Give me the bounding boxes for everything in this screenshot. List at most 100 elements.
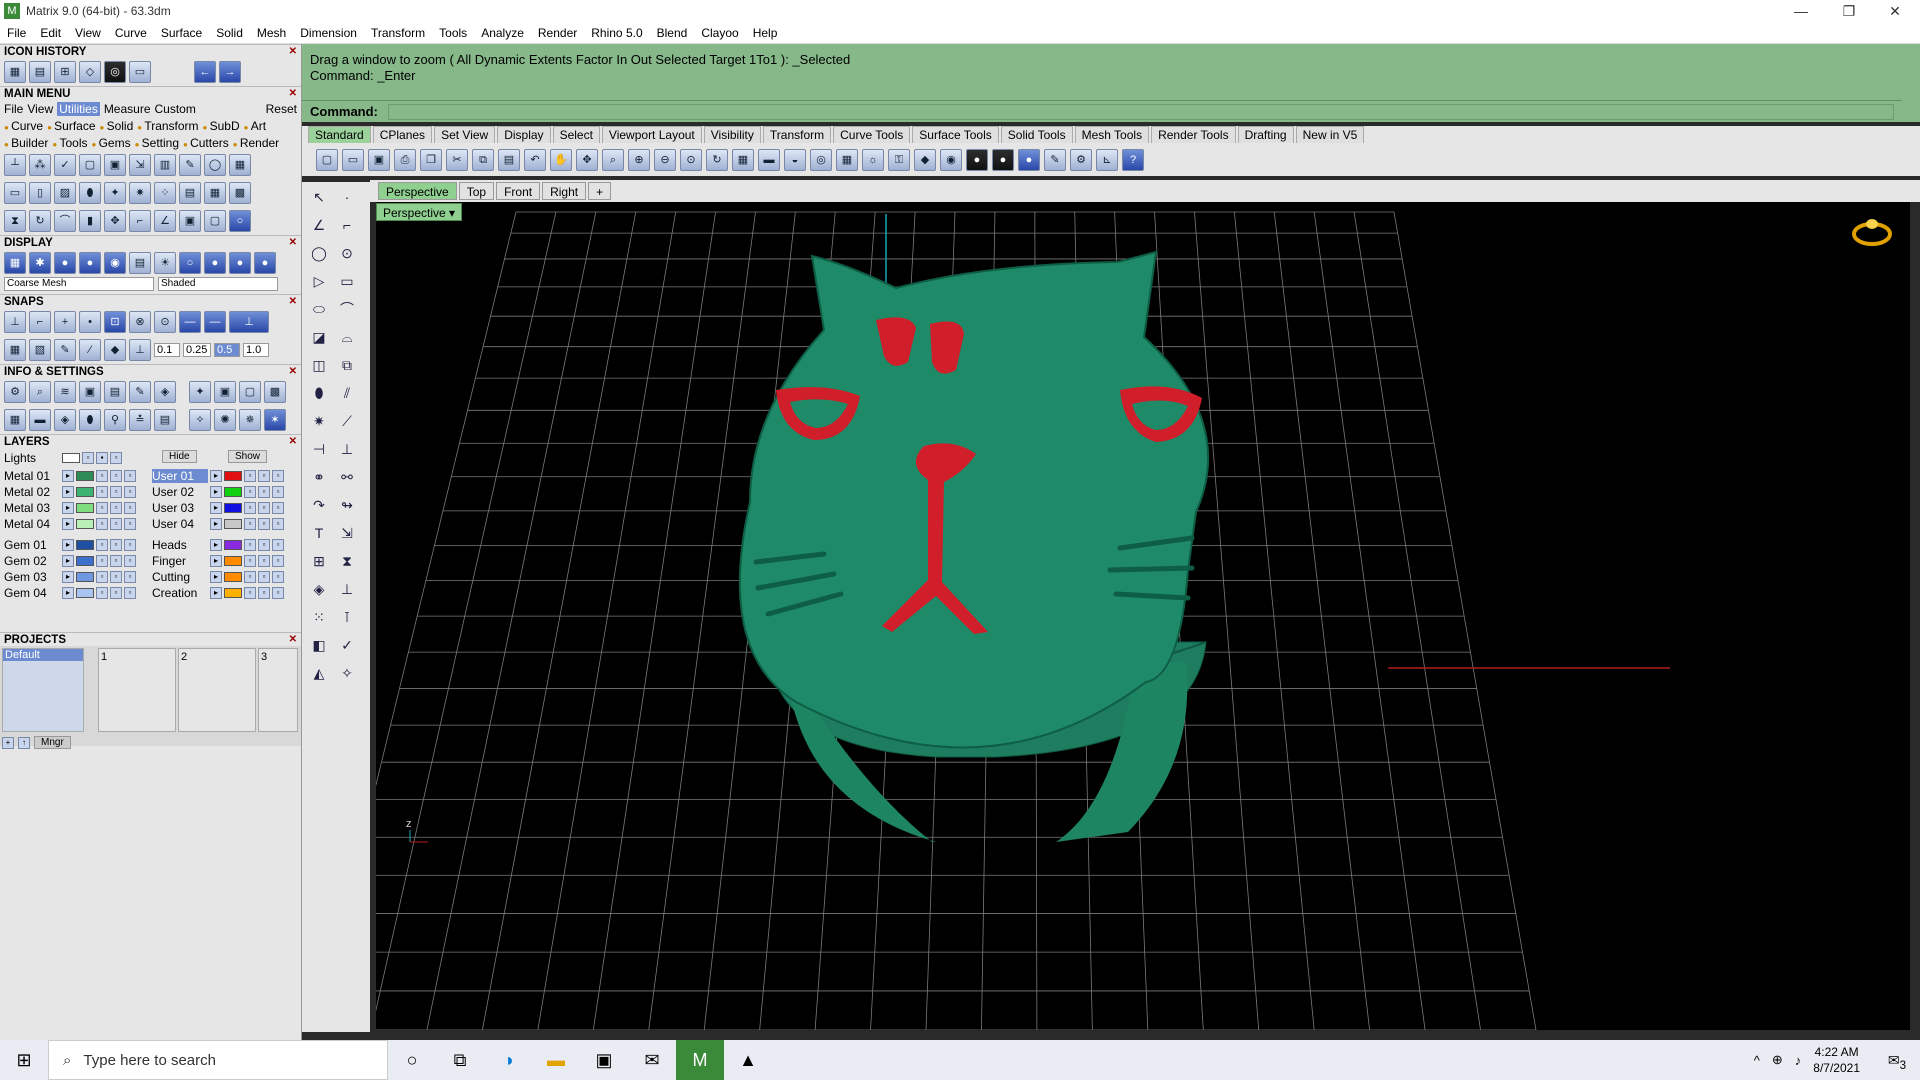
project-slot-3[interactable]: 3 bbox=[258, 648, 298, 732]
extend-icon[interactable]: ⊣ bbox=[308, 438, 330, 460]
print-icon[interactable]: ▫ bbox=[272, 587, 284, 599]
lock-icon[interactable]: ▫ bbox=[244, 571, 256, 583]
toolbar-tab[interactable]: Viewport Layout bbox=[601, 126, 702, 143]
cube-icon[interactable]: ◈ bbox=[308, 578, 330, 600]
lock-icon[interactable]: ▫ bbox=[96, 539, 108, 551]
rotate-icon[interactable]: ↻ bbox=[29, 210, 51, 232]
layout-icon[interactable]: ▦ bbox=[4, 61, 26, 83]
mail-icon[interactable]: ✉ bbox=[628, 1040, 676, 1080]
gem-setting-icon[interactable]: ✦ bbox=[189, 381, 211, 403]
layer-name[interactable]: User 04 bbox=[152, 517, 208, 531]
sphere-icon[interactable]: ● bbox=[229, 252, 251, 274]
lock-icon[interactable]: ▫ bbox=[96, 555, 108, 567]
layers-icon[interactable]: ≋ bbox=[54, 381, 76, 403]
cortana-icon[interactable]: ○ bbox=[388, 1040, 436, 1080]
lock-icon[interactable]: ▫ bbox=[244, 587, 256, 599]
viewport-tab[interactable]: Front bbox=[496, 182, 541, 200]
snap-value-0-1[interactable]: 0.1 bbox=[154, 343, 180, 357]
select-icon[interactable]: ↖ bbox=[308, 186, 330, 208]
ellipse-icon[interactable]: ⊙ bbox=[336, 242, 358, 264]
ring-icon[interactable]: ◎ bbox=[104, 61, 126, 83]
mm-solid[interactable]: Solid bbox=[100, 119, 134, 133]
mm-transform[interactable]: Transform bbox=[137, 119, 198, 133]
surface-icon[interactable]: ◪ bbox=[308, 326, 330, 348]
menu-help[interactable]: Help bbox=[746, 26, 785, 40]
menu-rhino5[interactable]: Rhino 5.0 bbox=[584, 26, 649, 40]
layer-row[interactable]: Finger ▸ ▫ ▫ ▫ bbox=[152, 553, 284, 569]
close-icon[interactable]: ✕ bbox=[289, 435, 297, 449]
layer-name[interactable]: Gem 03 bbox=[4, 570, 60, 584]
layer-name[interactable]: Gem 02 bbox=[4, 554, 60, 568]
menu-view[interactable]: View bbox=[68, 26, 108, 40]
layer-color[interactable] bbox=[224, 556, 242, 566]
minimize-button[interactable]: — bbox=[1778, 0, 1824, 22]
mm-measure[interactable]: Measure bbox=[104, 102, 151, 116]
snap-value-0-25[interactable]: 0.25 bbox=[183, 343, 211, 357]
paste-icon[interactable]: ▤ bbox=[498, 149, 520, 171]
ruler-icon[interactable]: ┴ bbox=[4, 154, 26, 176]
layer-color[interactable] bbox=[224, 572, 242, 582]
layer-name[interactable]: Metal 01 bbox=[4, 469, 60, 483]
close-icon[interactable]: ✕ bbox=[289, 87, 297, 101]
frame-icon[interactable]: ▣ bbox=[179, 210, 201, 232]
close-icon[interactable]: ✕ bbox=[289, 295, 297, 309]
menu-transform[interactable]: Transform bbox=[364, 26, 432, 40]
settings-icon[interactable]: ⚙ bbox=[1070, 149, 1092, 171]
ring-view-icon[interactable] bbox=[1852, 219, 1892, 246]
near-snap-icon[interactable]: ⌐ bbox=[29, 311, 51, 333]
render-icon[interactable]: ▩ bbox=[264, 381, 286, 403]
color-wheel-icon[interactable]: ◉ bbox=[940, 149, 962, 171]
hide-button[interactable]: Hide bbox=[162, 450, 197, 463]
scale-icon[interactable]: ⇲ bbox=[336, 522, 358, 544]
pattern-icon[interactable]: ⁂ bbox=[29, 154, 51, 176]
ring-icon[interactable]: ○ bbox=[229, 210, 251, 232]
visible-icon[interactable]: ▫ bbox=[110, 470, 122, 482]
print-icon[interactable]: ▫ bbox=[110, 452, 122, 464]
tan-snap-icon[interactable]: — bbox=[179, 311, 201, 333]
print-icon[interactable]: ▫ bbox=[124, 539, 136, 551]
lock-icon[interactable]: ⚿ bbox=[888, 149, 910, 171]
circle-icon[interactable]: ◯ bbox=[308, 242, 330, 264]
layer-name[interactable]: Creation bbox=[152, 586, 208, 600]
viewport-tab[interactable]: Right bbox=[542, 182, 587, 200]
layout-icon[interactable]: ▤ bbox=[129, 252, 151, 274]
layer-row[interactable]: Gem 01 ▸ ▫ ▫ ▫ bbox=[4, 537, 136, 553]
mm-gems[interactable]: Gems bbox=[92, 136, 131, 150]
menu-dimension[interactable]: Dimension bbox=[293, 26, 364, 40]
lock-icon[interactable]: ▫ bbox=[244, 470, 256, 482]
sphere-icon[interactable]: ● bbox=[79, 252, 101, 274]
menu-surface[interactable]: Surface bbox=[154, 26, 209, 40]
sphere-icon[interactable]: ● bbox=[54, 252, 76, 274]
mm-surface[interactable]: Surface bbox=[47, 119, 95, 133]
visible-icon[interactable]: ▪ bbox=[96, 452, 108, 464]
visible-icon[interactable]: ▫ bbox=[258, 486, 270, 498]
grid-snap-icon[interactable]: ▦ bbox=[4, 339, 26, 361]
toolbar-tab[interactable]: Mesh Tools bbox=[1074, 126, 1150, 143]
offset-icon[interactable]: ↬ bbox=[336, 494, 358, 516]
visible-icon[interactable]: ▫ bbox=[110, 486, 122, 498]
print-icon[interactable]: ▫ bbox=[272, 502, 284, 514]
quad-snap-icon[interactable]: — bbox=[204, 311, 226, 333]
layer-name[interactable]: User 02 bbox=[152, 485, 208, 499]
book-icon[interactable]: ▤ bbox=[179, 182, 201, 204]
visible-icon[interactable]: ▫ bbox=[258, 555, 270, 567]
end-snap-icon[interactable]: ⊥ bbox=[4, 311, 26, 333]
car-icon[interactable]: ▬ bbox=[758, 149, 780, 171]
close-icon[interactable]: ✕ bbox=[289, 236, 297, 250]
light-icon[interactable]: ✧ bbox=[336, 662, 358, 684]
toolbar-tab[interactable]: Drafting bbox=[1237, 126, 1294, 143]
rectangle-icon[interactable]: ▭ bbox=[336, 270, 358, 292]
mm-render[interactable]: Render bbox=[233, 136, 279, 150]
toolbar-tab[interactable]: CPlanes bbox=[372, 126, 433, 143]
light-icon[interactable]: ☼ bbox=[862, 149, 884, 171]
rendered-sphere-icon[interactable]: ● bbox=[1018, 149, 1040, 171]
lock-icon[interactable]: ▫ bbox=[244, 539, 256, 551]
layer-color[interactable] bbox=[76, 519, 94, 529]
layer-color[interactable] bbox=[224, 471, 242, 481]
layer-color[interactable] bbox=[76, 503, 94, 513]
print-icon[interactable]: ▫ bbox=[124, 518, 136, 530]
file-explorer-icon[interactable]: ▬ bbox=[532, 1040, 580, 1080]
mm-utilities[interactable]: Utilities bbox=[57, 101, 100, 116]
point-icon[interactable]: · bbox=[336, 186, 358, 208]
layer-row[interactable]: Metal 04 ▸ ▫ ▫ ▫ bbox=[4, 516, 136, 532]
